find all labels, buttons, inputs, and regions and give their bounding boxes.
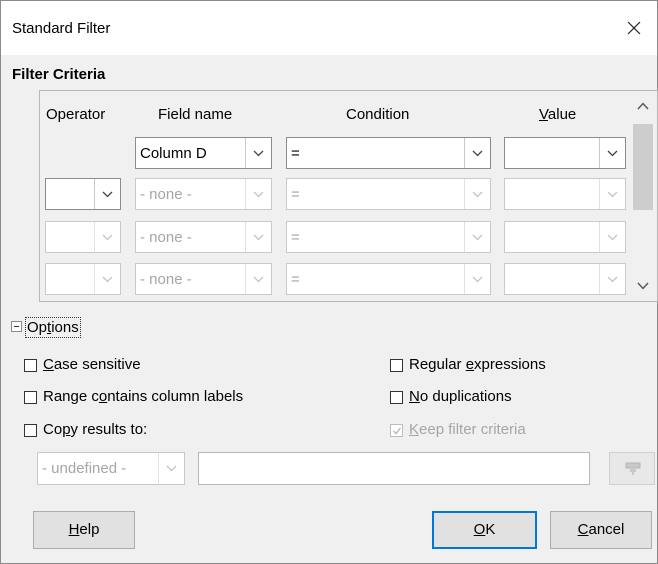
value-select-1[interactable]	[504, 137, 626, 169]
filter-criteria-heading: Filter Criteria	[12, 66, 106, 83]
chevron-down-icon	[253, 276, 264, 283]
chevron-down-icon	[607, 191, 618, 198]
checkmark-icon	[393, 427, 402, 435]
title-bar: Standard Filter	[1, 1, 657, 55]
chevron-down-icon	[607, 150, 618, 157]
operator-select-4[interactable]	[45, 263, 121, 295]
condition-select-3[interactable]: =	[286, 221, 491, 253]
criteria-scrollbar[interactable]	[631, 92, 655, 299]
value-select-4[interactable]	[504, 263, 626, 295]
field-name-select-3[interactable]: - none -	[135, 221, 272, 253]
copy-target-select[interactable]: - undefined -	[37, 452, 185, 485]
close-button[interactable]	[611, 1, 657, 55]
standard-filter-dialog: Standard Filter Filter Criteria Operator…	[0, 0, 658, 564]
shrink-icon	[625, 462, 641, 475]
options-label[interactable]: Options	[25, 317, 81, 338]
dialog-title: Standard Filter	[12, 20, 111, 37]
close-icon	[627, 21, 641, 35]
help-button[interactable]: Help	[33, 511, 135, 549]
chevron-down-icon	[102, 234, 113, 241]
chevron-down-icon	[607, 276, 618, 283]
chevron-down-icon	[253, 234, 264, 241]
field-name-header: Field name	[158, 106, 233, 123]
condition-select-1[interactable]: =	[286, 137, 491, 169]
chevron-down-icon	[102, 191, 113, 198]
chevron-down-icon	[253, 191, 264, 198]
field-name-select-4[interactable]: - none -	[135, 263, 272, 295]
chevron-down-icon	[472, 191, 483, 198]
value-select-3[interactable]	[504, 221, 626, 253]
condition-select-4[interactable]: =	[286, 263, 491, 295]
cancel-button[interactable]: Cancel	[550, 511, 652, 549]
condition-select-2[interactable]: =	[286, 178, 491, 210]
value-header: Value	[539, 106, 577, 123]
operator-select-3[interactable]	[45, 221, 121, 253]
chevron-down-icon	[472, 276, 483, 283]
operator-header: Operator	[46, 106, 106, 123]
chevron-down-icon	[253, 150, 264, 157]
chevron-down-icon	[607, 234, 618, 241]
scrollbar-thumb[interactable]	[633, 124, 653, 210]
scroll-down-icon[interactable]	[637, 282, 649, 290]
chevron-down-icon	[472, 234, 483, 241]
operator-select-2[interactable]	[45, 178, 121, 210]
ok-button[interactable]: OK	[432, 511, 537, 549]
collapse-icon[interactable]	[11, 321, 22, 332]
chevron-down-icon	[166, 465, 177, 472]
field-name-select-1[interactable]: Column D	[135, 137, 272, 169]
field-name-select-2[interactable]: - none -	[135, 178, 272, 210]
scroll-up-icon[interactable]	[637, 102, 649, 110]
chevron-down-icon	[472, 150, 483, 157]
shrink-button[interactable]	[609, 452, 655, 485]
value-select-2[interactable]	[504, 178, 626, 210]
copy-target-input[interactable]	[198, 452, 590, 485]
condition-header: Condition	[346, 106, 410, 123]
chevron-down-icon	[102, 276, 113, 283]
